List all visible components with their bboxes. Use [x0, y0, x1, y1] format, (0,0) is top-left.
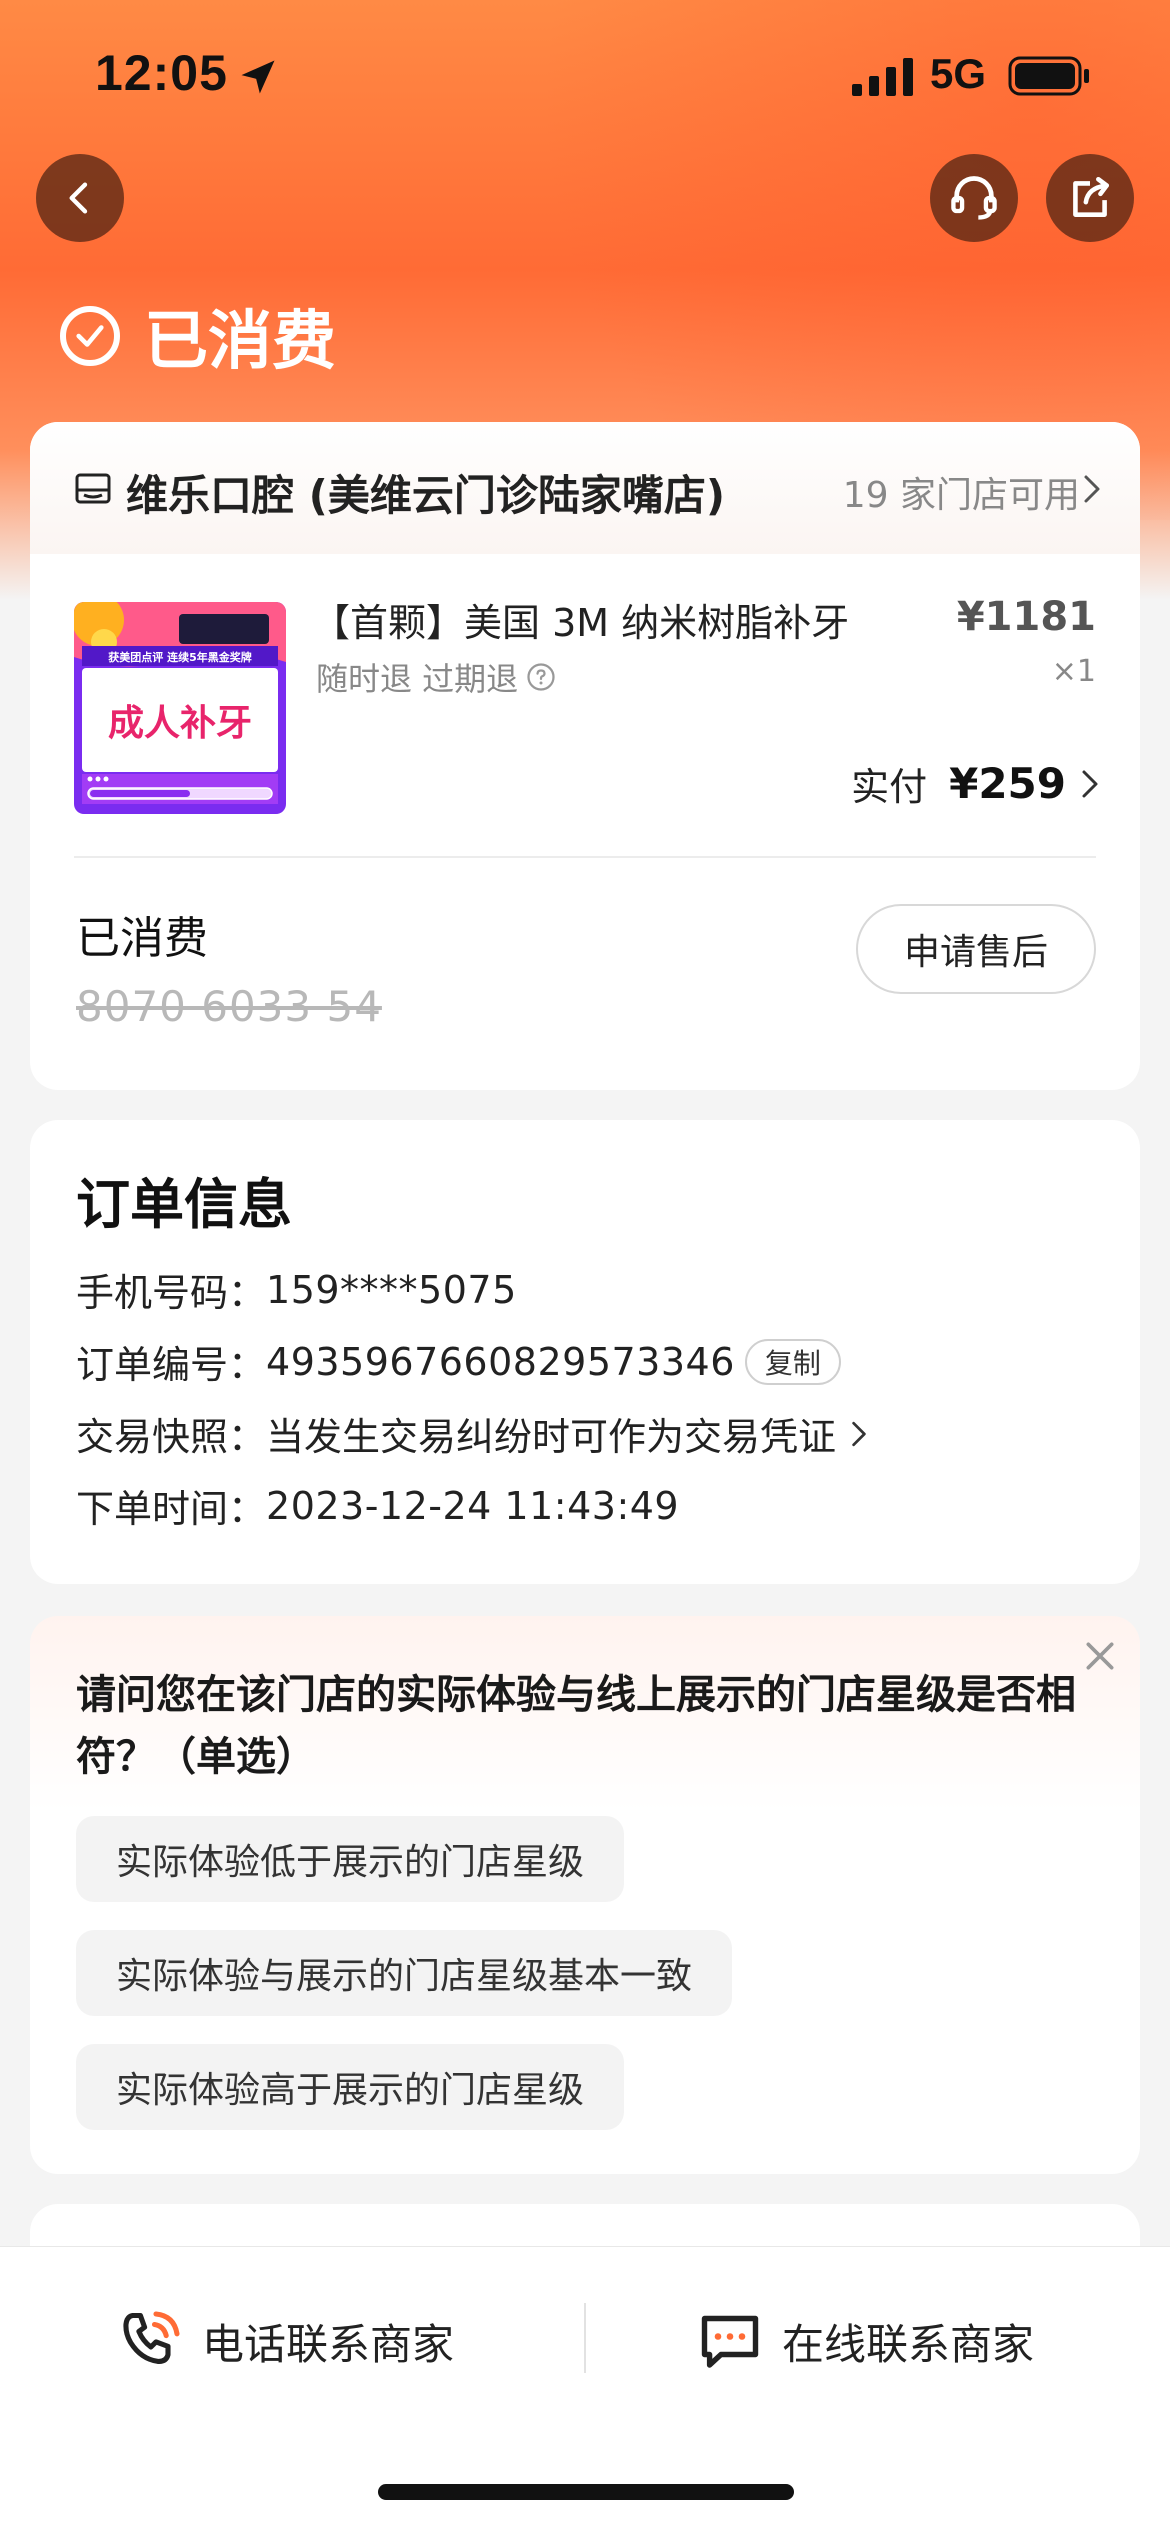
- home-indicator[interactable]: [378, 2484, 794, 2500]
- snapshot-desc: 当发生交易纠纷时可作为交易凭证: [266, 1415, 837, 1459]
- online-contact-button[interactable]: 在线联系商家: [694, 2299, 1034, 2383]
- product-tags: 随时退 过期退: [316, 654, 556, 700]
- online-contact-label: 在线联系商家: [782, 2319, 1035, 2369]
- product-thumbnail[interactable]: 获美团点评 连续5年黑金奖牌 成人补牙: [74, 602, 286, 814]
- status-bar: 12:05 5G: [0, 0, 1170, 150]
- divider: [584, 2303, 586, 2373]
- product-price: ¥1181: [956, 594, 1096, 640]
- divider: [74, 856, 1096, 858]
- product-card: 维乐口腔 (美维云门诊陆家嘴店) 19 家门店可用 获美团点评 连续5年黑金奖牌…: [30, 422, 1140, 1090]
- snapshot-row[interactable]: 交易快照： 当发生交易纠纷时可作为交易凭证: [76, 1406, 868, 1461]
- voucher-code: 8070 6033 54: [76, 982, 382, 1031]
- paid-amount-row[interactable]: 实付 ¥259: [851, 756, 1100, 811]
- paid-amount: ¥259: [949, 759, 1066, 808]
- order-number-row: 订单编号： 4935967660829573346 复制: [76, 1334, 841, 1389]
- order-status-text: 已消费: [144, 305, 336, 379]
- network-type: 5G: [930, 50, 987, 97]
- phone-icon: [123, 2311, 180, 2364]
- headset-icon: [951, 176, 997, 220]
- phone-contact-button[interactable]: 电话联系商家: [114, 2299, 454, 2383]
- battery-icon: [1008, 56, 1089, 96]
- store-name: 维乐口腔 (美维云门诊陆家嘴店): [126, 471, 726, 520]
- share-icon: [1073, 176, 1109, 217]
- order-time-label: 下单时间：: [76, 1487, 267, 1531]
- thumb-title: 成人补牙: [108, 703, 252, 744]
- order-status: 已消费: [60, 296, 336, 379]
- order-time-row: 下单时间： 2023-12-24 11:43:49: [76, 1478, 679, 1533]
- aftersale-button[interactable]: 申请售后: [856, 904, 1096, 994]
- product-quantity: ×1: [1051, 654, 1096, 689]
- voucher-status: 已消费: [76, 913, 208, 964]
- order-info-title: 订单信息: [76, 1173, 292, 1236]
- chevron-right-icon: [852, 1421, 866, 1446]
- survey-option[interactable]: 实际体验低于展示的门店星级: [76, 1816, 625, 1902]
- chevron-left-icon: [69, 182, 88, 214]
- phone-row: 手机号码： 159****5075: [76, 1262, 517, 1317]
- store-header[interactable]: 维乐口腔 (美维云门诊陆家嘴店) 19 家门店可用: [30, 422, 1140, 554]
- phone-label: 手机号码：: [76, 1271, 267, 1315]
- help-circle-icon[interactable]: [526, 662, 556, 692]
- thumb-banner: 获美团点评 连续5年黑金奖牌: [108, 650, 251, 664]
- paid-label: 实付: [851, 765, 928, 809]
- signal-icon: [852, 58, 913, 96]
- order-info-card: 订单信息 手机号码： 159****5075 订单编号： 49359676608…: [30, 1120, 1140, 1584]
- status-time: 12:05: [95, 45, 228, 101]
- back-button[interactable]: [36, 154, 124, 242]
- chevron-right-icon: [1082, 770, 1098, 797]
- share-button[interactable]: [1046, 154, 1134, 242]
- check-circle-icon: [60, 306, 120, 366]
- order-number-label: 订单编号：: [76, 1343, 267, 1387]
- survey-option[interactable]: 实际体验与展示的门店星级基本一致: [76, 1930, 733, 2016]
- survey-card: 请问您在该门店的实际体验与线上展示的门店星级是否相符？（单选） 实际体验低于展示…: [30, 1616, 1140, 2174]
- refund-tags: 随时退 过期退: [316, 660, 519, 698]
- order-detail-page: 12:05 5G 已消费 维乐口腔 (美维云门诊陆家嘴店) 19 家门店可用 获…: [0, 0, 1170, 2532]
- phone-contact-label: 电话联系商家: [202, 2319, 455, 2369]
- close-icon[interactable]: [1080, 1636, 1120, 1676]
- location-arrow-icon: [241, 60, 275, 94]
- order-time-value: 2023-12-24 11:43:49: [266, 1483, 680, 1528]
- chat-icon: [701, 2315, 759, 2368]
- phone-value: 159****5075: [266, 1267, 517, 1312]
- chevron-right-icon: [1084, 475, 1100, 503]
- store-icon: [75, 473, 111, 504]
- snapshot-label: 交易快照：: [76, 1415, 267, 1459]
- survey-question: 请问您在该门店的实际体验与线上展示的门店星级是否相符？（单选）: [76, 1672, 1076, 1780]
- store-available-count[interactable]: 19 家门店可用: [843, 466, 1080, 518]
- customer-service-button[interactable]: [930, 154, 1018, 242]
- product-title[interactable]: 【首颗】美国 3M 纳米树脂补牙: [312, 592, 849, 647]
- copy-button[interactable]: 复制: [744, 1338, 841, 1385]
- order-number-value: 4935967660829573346: [266, 1339, 735, 1384]
- survey-option[interactable]: 实际体验高于展示的门店星级: [76, 2044, 625, 2130]
